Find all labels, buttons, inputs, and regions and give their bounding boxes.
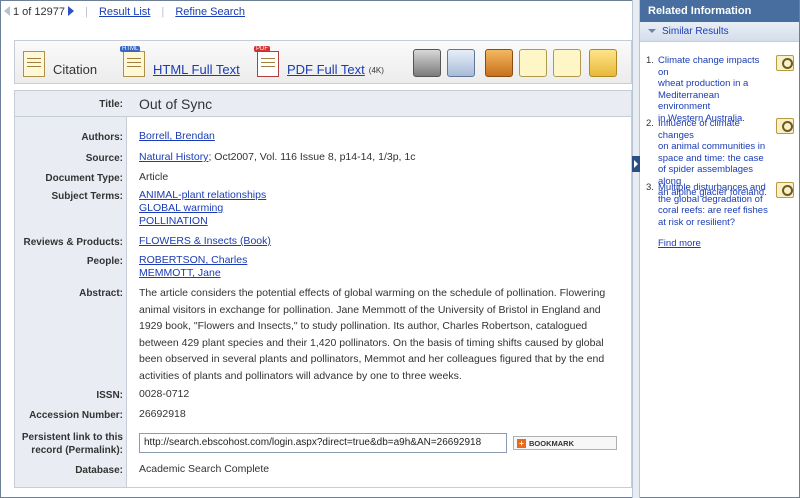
- chevron-down-icon: [648, 29, 656, 33]
- permalink-field[interactable]: http://search.ebscohost.com/login.aspx?d…: [139, 433, 507, 453]
- bookmark-label: BOOKMARK: [529, 438, 574, 448]
- citation-label: Citation: [53, 62, 98, 77]
- doctype-label: Document Type:: [45, 173, 123, 184]
- related-information-header: Related Information: [640, 0, 799, 22]
- issn-value: 0028-0712: [139, 388, 190, 400]
- html-document-icon: HTML: [120, 46, 145, 77]
- permalink-label-line: Persistent link to this: [21, 432, 123, 443]
- abstract-line: The article considers the potential effe…: [139, 287, 606, 299]
- folder-icon[interactable]: [589, 49, 617, 77]
- subject-terms-label: Subject Terms:: [51, 191, 124, 202]
- database-label: Database:: [75, 465, 123, 476]
- result-line: coral reefs: are reef fishes: [658, 205, 768, 216]
- result-line: the global degradation of: [658, 193, 763, 205]
- related-information-panel: Related Information Similar Results 1. C…: [640, 0, 799, 497]
- database-value: Academic Search Complete: [139, 463, 270, 475]
- next-record-icon[interactable]: [68, 6, 74, 16]
- result-list-link[interactable]: Result List: [99, 6, 150, 18]
- abstract-line: 1929 book, "Flowers and Insects," to stu…: [139, 320, 588, 332]
- result-line: on animal communities in: [658, 141, 766, 152]
- title-label: Title:: [99, 99, 123, 110]
- nav-separator: |: [161, 6, 165, 18]
- result-line: Multiple disturbances and: [658, 182, 766, 193]
- pdf-badge: PDF: [254, 46, 270, 52]
- result-line: wheat production in a: [658, 78, 749, 89]
- refine-search-link[interactable]: Refine Search: [175, 6, 245, 18]
- collapse-panel-icon[interactable]: [632, 156, 640, 172]
- bookmark-button[interactable]: + BOOKMARK: [513, 436, 617, 450]
- citation-tab[interactable]: Citation: [23, 49, 97, 77]
- record-detail: Title: Out of Sync Authors: Borrell, Bre…: [14, 90, 632, 488]
- permalink-label-line: record (Permalink):: [31, 445, 123, 456]
- result-line: Climate change impacts on: [658, 55, 760, 78]
- magnifier-icon[interactable]: [776, 118, 794, 134]
- accession-label: Accession Number:: [29, 410, 123, 421]
- result-line: space and time: the case: [658, 152, 764, 164]
- source-details: ; Oct2007, Vol. 116 Issue 8, p14-14, 1/3…: [208, 151, 416, 163]
- doctype-value: Article: [139, 171, 169, 183]
- result-line: at risk or resilient?: [658, 216, 736, 228]
- authors-label: Authors:: [81, 132, 123, 143]
- abstract-text: The article considers the potential effe…: [139, 285, 625, 384]
- plus-icon: +: [517, 438, 526, 448]
- html-full-text-tab[interactable]: HTML HTML Full Text: [120, 46, 240, 77]
- record-nav: 1 of 12977 | Result List | Refine Search: [4, 6, 624, 24]
- export-icon[interactable]: [553, 49, 581, 77]
- person-link[interactable]: ROBERTSON, Charles: [139, 254, 247, 266]
- review-link[interactable]: FLOWERS & Insects (Book): [139, 235, 271, 247]
- abstract-line: been observed in several plants and poll…: [139, 353, 605, 365]
- similar-results-toggle[interactable]: Similar Results: [640, 22, 799, 42]
- subject-term-link[interactable]: ANIMAL-plant relationships: [139, 189, 266, 201]
- printer-icon[interactable]: [413, 49, 441, 77]
- cite-icon[interactable]: [519, 49, 547, 77]
- find-more-link[interactable]: Find more: [658, 238, 701, 249]
- pdf-full-text-link[interactable]: PDF Full Text: [287, 62, 365, 77]
- result-number: 2.: [646, 118, 654, 129]
- reviews-label: Reviews & Products:: [23, 237, 123, 248]
- people-label: People:: [86, 256, 123, 267]
- similar-results-label: Similar Results: [662, 26, 729, 37]
- abstract-line: between 429 plant species and their 1,42…: [139, 336, 604, 349]
- panel-splitter[interactable]: [632, 0, 640, 498]
- abstract-line: animal visitors in exchange for pollinat…: [139, 303, 601, 316]
- save-icon[interactable]: [485, 49, 513, 77]
- result-line: Influence of climate changes: [658, 118, 740, 141]
- author-link[interactable]: Borrell, Brendan: [139, 130, 215, 142]
- result-number: 3.: [646, 182, 654, 193]
- permalink-label: Persistent link to this record (Permalin…: [15, 431, 123, 457]
- magnifier-icon[interactable]: [776, 55, 794, 71]
- html-badge: HTML: [120, 46, 141, 52]
- pdf-size: (4K): [368, 66, 384, 75]
- html-full-text-link[interactable]: HTML Full Text: [153, 62, 240, 77]
- source-label: Source:: [85, 153, 123, 164]
- email-icon[interactable]: [447, 49, 475, 77]
- issn-label: ISSN:: [96, 390, 123, 401]
- result-number: 1.: [646, 55, 654, 66]
- abstract-label: Abstract:: [79, 288, 123, 299]
- nav-separator: |: [85, 6, 88, 18]
- person-link[interactable]: MEMMOTT, Jane: [139, 267, 221, 279]
- citation-icon: [23, 51, 45, 77]
- subject-term-link[interactable]: POLLINATION: [139, 215, 208, 227]
- abstract-line: activities of plants and pollinators wil…: [139, 369, 462, 382]
- result-line: Mediterranean environment: [658, 89, 720, 113]
- record-position: 1 of 12977: [13, 6, 65, 18]
- page-title: Out of Sync: [139, 96, 213, 112]
- previous-record-icon[interactable]: [4, 6, 10, 16]
- source-link[interactable]: Natural History: [139, 151, 208, 163]
- pdf-document-icon: PDF: [254, 46, 279, 77]
- magnifier-icon[interactable]: [776, 182, 794, 198]
- accession-value: 26692918: [139, 408, 186, 420]
- record-toolbar: Citation HTML HTML Full Text PDF PDF Ful…: [14, 40, 632, 84]
- subject-term-link[interactable]: GLOBAL warming: [139, 202, 223, 214]
- pdf-full-text-tab[interactable]: PDF PDF Full Text (4K): [254, 46, 384, 77]
